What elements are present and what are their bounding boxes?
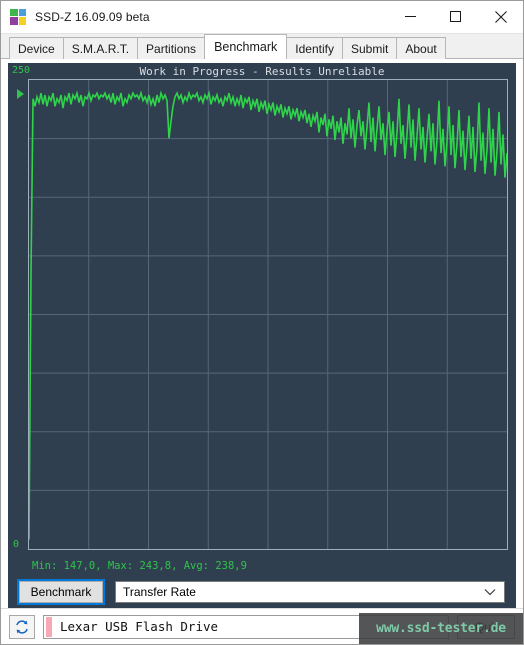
tab-benchmark[interactable]: Benchmark <box>204 34 288 59</box>
close-button[interactable] <box>478 1 523 33</box>
tab-submit[interactable]: Submit <box>342 37 398 59</box>
play-cursor-icon <box>17 89 24 99</box>
device-health-indicator <box>46 616 52 637</box>
benchmark-mode-select[interactable]: Transfer Rate <box>115 581 505 603</box>
refresh-icon[interactable] <box>9 614 35 639</box>
ssd-z-logo-icon <box>10 8 26 25</box>
tab-strip: Device S.M.A.R.T. Partitions Benchmark I… <box>1 33 523 59</box>
y-axis-min-label: 0 <box>13 539 20 550</box>
chevron-down-icon <box>484 588 496 596</box>
tab-identify[interactable]: Identify <box>286 37 343 59</box>
tab-about[interactable]: About <box>396 37 446 59</box>
tab-device[interactable]: Device <box>9 37 64 59</box>
device-name-label: Lexar USB Flash Drive <box>60 619 219 634</box>
chart-plot-svg <box>29 80 507 549</box>
chart-plot-area <box>28 79 508 550</box>
chart-stats-text: Min: 147,0, Max: 243,8, Avg: 238,9 <box>32 560 247 572</box>
tab-smart[interactable]: S.M.A.R.T. <box>62 37 139 59</box>
window-title: SSD-Z 16.09.09 beta <box>35 9 150 24</box>
status-bar: Lexar USB Flash Drive Quit www.ssd-teste… <box>1 608 523 644</box>
device-name-field[interactable]: Lexar USB Flash Drive <box>43 614 449 639</box>
chart-title: Work in Progress - Results Unreliable <box>139 65 385 78</box>
benchmark-controls: Benchmark Transfer Rate <box>8 576 516 608</box>
window-controls <box>388 1 523 33</box>
app-window: SSD-Z 16.09.09 beta Device S.M.A.R.T. Pa… <box>0 0 524 645</box>
quit-button[interactable]: Quit <box>457 614 515 639</box>
benchmark-mode-value: Transfer Rate <box>123 585 196 599</box>
maximize-button[interactable] <box>433 1 478 33</box>
tab-partitions[interactable]: Partitions <box>137 37 206 59</box>
minimize-button[interactable] <box>388 1 433 33</box>
benchmark-chart: Work in Progress - Results Unreliable 25… <box>8 63 516 576</box>
benchmark-button[interactable]: Benchmark <box>17 579 105 605</box>
title-bar: SSD-Z 16.09.09 beta <box>1 1 523 33</box>
y-axis-max-label: 250 <box>12 65 31 76</box>
chart-gridlines <box>29 80 507 549</box>
benchmark-panel: Work in Progress - Results Unreliable 25… <box>1 59 523 608</box>
